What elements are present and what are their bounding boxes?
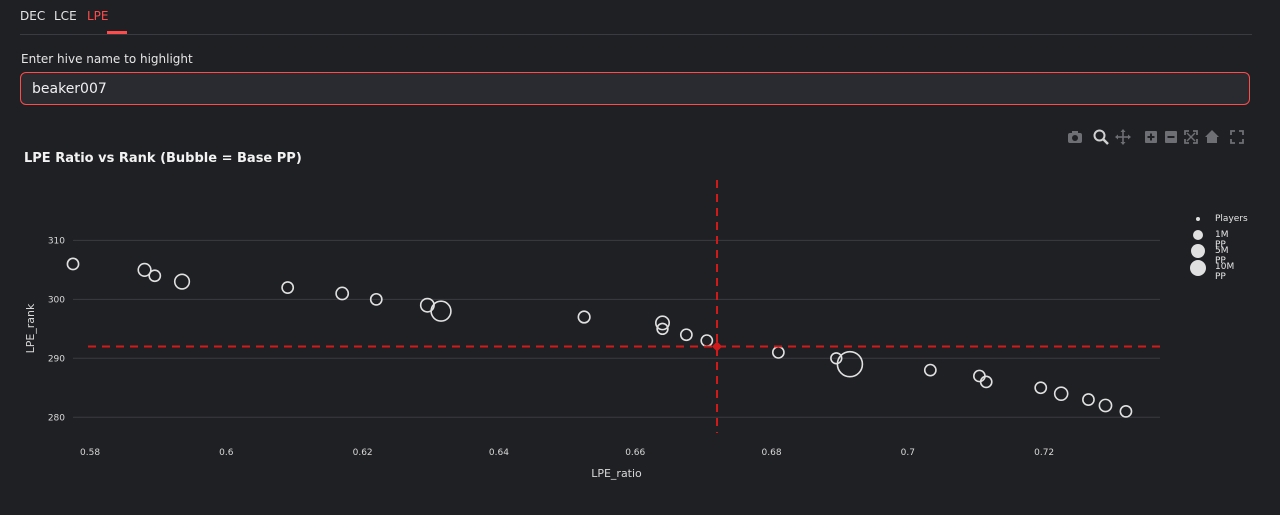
fullscreen-icon[interactable] <box>1228 128 1246 146</box>
data-point[interactable] <box>419 297 435 313</box>
x-axis-label: LPE_ratio <box>591 467 642 480</box>
data-point[interactable] <box>173 273 191 290</box>
y-tick-label: 290 <box>48 354 65 364</box>
zoom-icon[interactable] <box>1092 128 1110 146</box>
y-tick-label: 310 <box>48 236 65 246</box>
data-point[interactable] <box>430 300 452 322</box>
data-point[interactable] <box>1119 404 1133 418</box>
scatter-chart: 280 290 300 310 0.58 0.6 0.62 0.64 0.66 0.68 0.7 0.… <box>24 180 1160 480</box>
data-point[interactable] <box>1082 393 1095 406</box>
data-point[interactable] <box>771 346 785 359</box>
zoom-in-icon[interactable] <box>1142 128 1160 146</box>
data-point[interactable] <box>1053 386 1069 401</box>
data-point[interactable] <box>335 286 350 301</box>
tab-lpe[interactable]: LPE <box>87 9 109 23</box>
data-point[interactable] <box>1034 381 1048 395</box>
x-tick-label: 0.58 <box>80 448 100 458</box>
chart-title: LPE Ratio vs Rank (Bubble = Base PP) <box>24 151 302 166</box>
zoom-out-icon[interactable] <box>1162 128 1180 146</box>
data-point[interactable] <box>973 369 986 383</box>
data-point[interactable] <box>700 334 714 348</box>
x-tick-label: 0.64 <box>489 448 509 458</box>
legend-marker-small <box>1193 230 1203 240</box>
data-point[interactable] <box>66 257 80 271</box>
tab-dec[interactable]: DEC <box>20 9 45 23</box>
y-tick-label: 280 <box>48 413 65 423</box>
data-point[interactable] <box>836 350 864 378</box>
pan-icon[interactable] <box>1114 128 1132 146</box>
hive-search-label: Enter hive name to highlight <box>21 52 193 66</box>
data-point[interactable] <box>148 269 162 283</box>
data-point[interactable] <box>577 310 591 324</box>
autoscale-icon[interactable] <box>1182 128 1200 146</box>
data-point[interactable] <box>979 375 993 389</box>
x-tick-label: 0.72 <box>1034 448 1054 458</box>
data-point[interactable] <box>923 363 937 377</box>
x-tick-label: 0.66 <box>625 448 645 458</box>
hive-search-input[interactable] <box>20 72 1250 105</box>
legend-dot <box>1196 217 1200 221</box>
x-tick-label: 0.6 <box>219 448 234 458</box>
tab-bar: DEC LCE LPE <box>20 0 1252 35</box>
legend-title: Players <box>1215 214 1248 224</box>
data-point[interactable] <box>281 281 295 294</box>
x-tick-label: 0.62 <box>353 448 373 458</box>
reset-axes-icon[interactable] <box>1203 128 1221 146</box>
legend-label: 10M PP <box>1215 262 1235 282</box>
legend-marker-large <box>1190 260 1206 276</box>
y-tick-label: 300 <box>48 295 65 305</box>
highlight-marker[interactable] <box>712 341 723 352</box>
y-axis-label: LPE_rank <box>24 303 37 353</box>
tab-lce[interactable]: LCE <box>54 9 77 23</box>
data-point[interactable] <box>1098 398 1113 413</box>
data-point[interactable] <box>679 328 693 342</box>
camera-icon[interactable] <box>1066 128 1084 146</box>
active-tab-indicator <box>107 31 127 34</box>
x-tick-label: 0.68 <box>762 448 782 458</box>
legend-marker-medium <box>1191 244 1205 258</box>
x-tick-label: 0.7 <box>901 448 915 458</box>
